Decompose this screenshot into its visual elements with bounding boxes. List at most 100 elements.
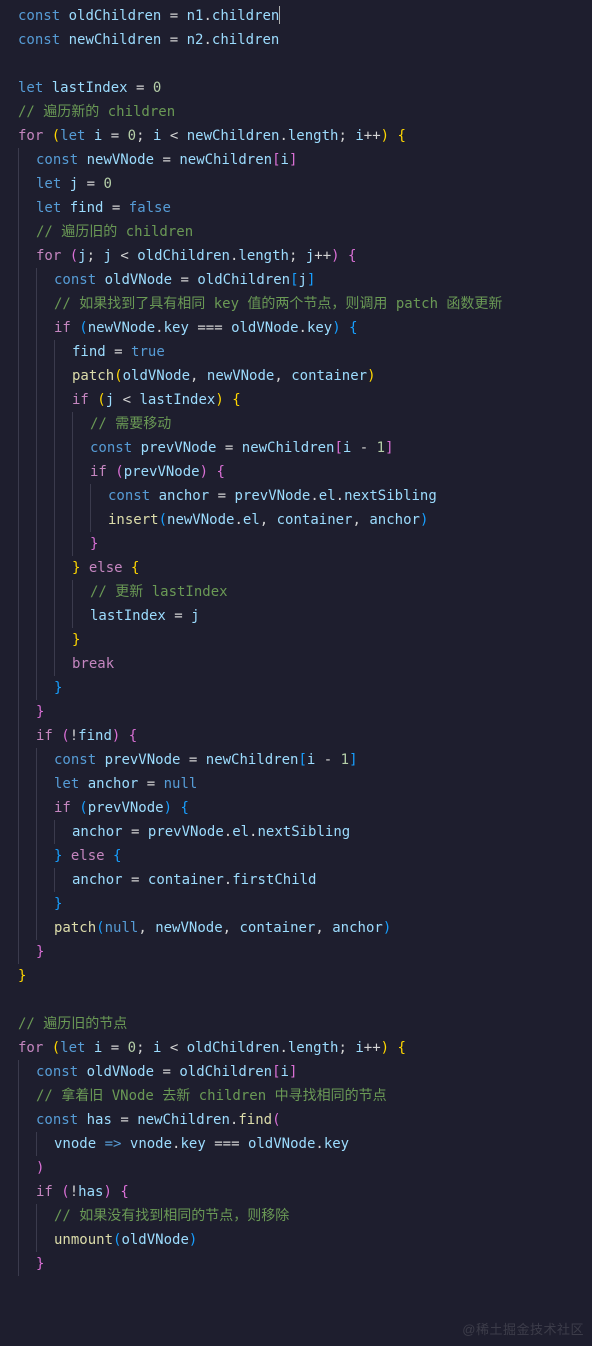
indent-guide: [36, 916, 37, 940]
code-line[interactable]: }: [8, 676, 592, 700]
code-line[interactable]: const prevVNode = newChildren[i - 1]: [8, 436, 592, 460]
code-line[interactable]: const oldChildren = n1.children: [8, 4, 592, 28]
indent-guide: [18, 820, 19, 844]
line-content: if (prevVNode) {: [18, 796, 189, 820]
indent-guide: [72, 484, 73, 508]
code-line[interactable]: for (let i = 0; i < oldChildren.length; …: [8, 1036, 592, 1060]
code-line[interactable]: // 需要移动: [8, 412, 592, 436]
indent-guide: [36, 652, 37, 676]
indent-guide: [36, 580, 37, 604]
code-line[interactable]: let j = 0: [8, 172, 592, 196]
indent-guide: [36, 532, 37, 556]
code-line[interactable]: if (prevVNode) {: [8, 796, 592, 820]
indent-guide: [54, 820, 55, 844]
code-line[interactable]: let lastIndex = 0: [8, 76, 592, 100]
code-line[interactable]: anchor = prevVNode.el.nextSibling: [8, 820, 592, 844]
code-line[interactable]: const anchor = prevVNode.el.nextSibling: [8, 484, 592, 508]
line-content: // 遍历新的 children: [18, 100, 175, 124]
code-line[interactable]: [8, 52, 592, 76]
code-line[interactable]: let find = false: [8, 196, 592, 220]
code-line[interactable]: // 遍历旧的 children: [8, 220, 592, 244]
line-content: } else {: [18, 844, 121, 868]
line-content: for (j; j < oldChildren.length; j++) {: [18, 244, 356, 268]
code-line[interactable]: for (j; j < oldChildren.length; j++) {: [8, 244, 592, 268]
code-line[interactable]: if (!has) {: [8, 1180, 592, 1204]
code-line[interactable]: const prevVNode = newChildren[i - 1]: [8, 748, 592, 772]
code-line[interactable]: }: [8, 940, 592, 964]
line-content: patch(oldVNode, newVNode, container): [18, 364, 376, 388]
code-line[interactable]: }: [8, 628, 592, 652]
indent-guide: [18, 940, 19, 964]
indent-guide: [18, 892, 19, 916]
code-line[interactable]: vnode => vnode.key === oldVNode.key: [8, 1132, 592, 1156]
code-line[interactable]: const oldVNode = oldChildren[i]: [8, 1060, 592, 1084]
line-content: if (prevVNode) {: [18, 460, 225, 484]
code-editor[interactable]: const oldChildren = n1.childrenconst new…: [0, 0, 592, 1276]
code-line[interactable]: if (j < lastIndex) {: [8, 388, 592, 412]
code-line[interactable]: anchor = container.firstChild: [8, 868, 592, 892]
line-content: unmount(oldVNode): [18, 1228, 197, 1252]
code-line[interactable]: }: [8, 1252, 592, 1276]
line-content: let lastIndex = 0: [18, 76, 161, 100]
line-content: let anchor = null: [18, 772, 197, 796]
indent-guide: [36, 508, 37, 532]
indent-guide: [54, 484, 55, 508]
code-line[interactable]: unmount(oldVNode): [8, 1228, 592, 1252]
indent-guide: [18, 1132, 19, 1156]
code-line[interactable]: patch(oldVNode, newVNode, container): [8, 364, 592, 388]
indent-guide: [18, 580, 19, 604]
code-line[interactable]: // 遍历新的 children: [8, 100, 592, 124]
line-content: // 需要移动: [18, 412, 171, 436]
indent-guide: [54, 508, 55, 532]
indent-guide: [36, 364, 37, 388]
indent-guide: [18, 1108, 19, 1132]
indent-guide: [36, 1132, 37, 1156]
line-content: }: [18, 940, 44, 964]
indent-guide: [18, 436, 19, 460]
line-content: // 如果没有找到相同的节点，则移除: [18, 1204, 289, 1228]
line-content: const newChildren = n2.children: [18, 28, 279, 52]
code-line[interactable]: }: [8, 964, 592, 988]
code-line[interactable]: }: [8, 532, 592, 556]
code-line[interactable]: if (!find) {: [8, 724, 592, 748]
indent-guide: [54, 868, 55, 892]
code-line[interactable]: } else {: [8, 844, 592, 868]
code-line[interactable]: const newChildren = n2.children: [8, 28, 592, 52]
indent-guide: [72, 532, 73, 556]
code-line[interactable]: break: [8, 652, 592, 676]
code-line[interactable]: // 遍历旧的节点: [8, 1012, 592, 1036]
code-line[interactable]: if (newVNode.key === oldVNode.key) {: [8, 316, 592, 340]
code-line[interactable]: if (prevVNode) {: [8, 460, 592, 484]
indent-guide: [54, 580, 55, 604]
indent-guide: [36, 460, 37, 484]
indent-guide: [18, 1252, 19, 1276]
line-content: lastIndex = j: [18, 604, 200, 628]
code-line[interactable]: }: [8, 700, 592, 724]
code-line[interactable]: ): [8, 1156, 592, 1180]
code-line[interactable]: // 如果没有找到相同的节点，则移除: [8, 1204, 592, 1228]
indent-guide: [36, 340, 37, 364]
line-content: }: [18, 676, 62, 700]
code-line[interactable]: const newVNode = newChildren[i]: [8, 148, 592, 172]
indent-guide: [72, 412, 73, 436]
code-line[interactable]: // 更新 lastIndex: [8, 580, 592, 604]
indent-guide: [54, 604, 55, 628]
code-line[interactable]: lastIndex = j: [8, 604, 592, 628]
code-line[interactable]: for (let i = 0; i < newChildren.length; …: [8, 124, 592, 148]
code-line[interactable]: const has = newChildren.find(: [8, 1108, 592, 1132]
code-line[interactable]: // 如果找到了具有相同 key 值的两个节点，则调用 patch 函数更新: [8, 292, 592, 316]
indent-guide: [18, 772, 19, 796]
code-content[interactable]: const oldChildren = n1.childrenconst new…: [8, 4, 592, 1276]
code-line[interactable]: [8, 988, 592, 1012]
indent-guide: [18, 532, 19, 556]
code-line[interactable]: // 拿着旧 VNode 去新 children 中寻找相同的节点: [8, 1084, 592, 1108]
code-line[interactable]: const oldVNode = oldChildren[j]: [8, 268, 592, 292]
code-line[interactable]: }: [8, 892, 592, 916]
code-line[interactable]: find = true: [8, 340, 592, 364]
code-line[interactable]: } else {: [8, 556, 592, 580]
code-line[interactable]: insert(newVNode.el, container, anchor): [8, 508, 592, 532]
indent-guide: [18, 1228, 19, 1252]
code-line[interactable]: patch(null, newVNode, container, anchor): [8, 916, 592, 940]
indent-guide: [36, 412, 37, 436]
code-line[interactable]: let anchor = null: [8, 772, 592, 796]
